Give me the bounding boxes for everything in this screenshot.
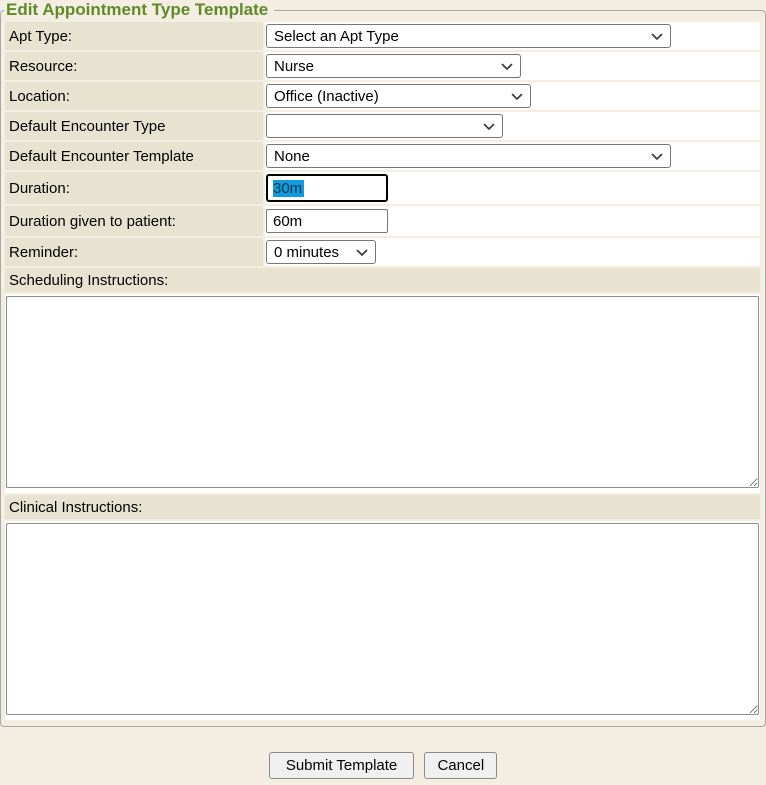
reminder-label: Reminder: [5, 238, 263, 266]
page-title: Edit Appointment Type Template [4, 0, 274, 20]
reminder-select[interactable]: 0 minutes [266, 240, 376, 264]
chevron-down-icon [475, 118, 495, 135]
location-select[interactable]: Office (Inactive) [266, 84, 531, 108]
table-row: Location: Office (Inactive) [5, 82, 760, 110]
default-encounter-type-select[interactable] [266, 114, 503, 138]
table-row [5, 294, 760, 493]
chevron-down-icon [643, 28, 663, 45]
chevron-down-icon [643, 148, 663, 165]
resource-select[interactable]: Nurse [266, 54, 521, 78]
location-select-value: Office (Inactive) [274, 88, 379, 105]
default-encounter-type-label: Default Encounter Type [5, 112, 263, 140]
reminder-select-value: 0 minutes [274, 244, 339, 261]
default-encounter-template-select[interactable]: None [266, 144, 671, 168]
submit-template-button[interactable]: Submit Template [269, 752, 414, 779]
table-row [5, 521, 760, 720]
resource-label: Resource: [5, 52, 263, 80]
table-row: Clinical Instructions: [5, 495, 760, 519]
table-row: Apt Type: Select an Apt Type [5, 22, 760, 50]
table-row: Duration given to patient: 60m [5, 206, 760, 236]
duration-label: Duration: [5, 172, 263, 204]
table-row: Resource: Nurse [5, 52, 760, 80]
apt-type-select-value: Select an Apt Type [274, 28, 399, 45]
clinical-instructions-textarea[interactable] [6, 523, 759, 715]
location-label: Location: [5, 82, 263, 110]
table-row: Scheduling Instructions: [5, 268, 760, 292]
default-encounter-template-label: Default Encounter Template [5, 142, 263, 170]
default-encounter-template-select-value: None [274, 148, 310, 165]
form-actions: Submit Template Cancel [0, 752, 766, 785]
duration-input-selected-text: 30m [273, 180, 304, 197]
duration-given-to-patient-input-value: 60m [273, 213, 302, 230]
chevron-down-icon [503, 88, 523, 105]
table-row: Duration: 30m [5, 172, 760, 204]
table-row: Default Encounter Template None [5, 142, 760, 170]
duration-given-to-patient-label: Duration given to patient: [5, 206, 263, 236]
appointment-form-table: Apt Type: Select an Apt Type Resource: N… [3, 20, 762, 722]
scheduling-instructions-textarea[interactable] [6, 296, 759, 488]
table-row: Default Encounter Type [5, 112, 760, 140]
duration-given-to-patient-input[interactable]: 60m [266, 209, 388, 233]
duration-input[interactable]: 30m [266, 174, 388, 202]
cancel-button[interactable]: Cancel [424, 752, 497, 779]
edit-appointment-type-fieldset: Edit Appointment Type Template Apt Type:… [0, 0, 766, 727]
chevron-down-icon [493, 58, 513, 75]
chevron-down-icon [348, 244, 368, 261]
apt-type-label: Apt Type: [5, 22, 263, 50]
resource-select-value: Nurse [274, 58, 314, 75]
apt-type-select[interactable]: Select an Apt Type [266, 24, 671, 48]
scheduling-instructions-label: Scheduling Instructions: [5, 268, 760, 292]
table-row: Reminder: 0 minutes [5, 238, 760, 266]
clinical-instructions-label: Clinical Instructions: [5, 495, 760, 519]
